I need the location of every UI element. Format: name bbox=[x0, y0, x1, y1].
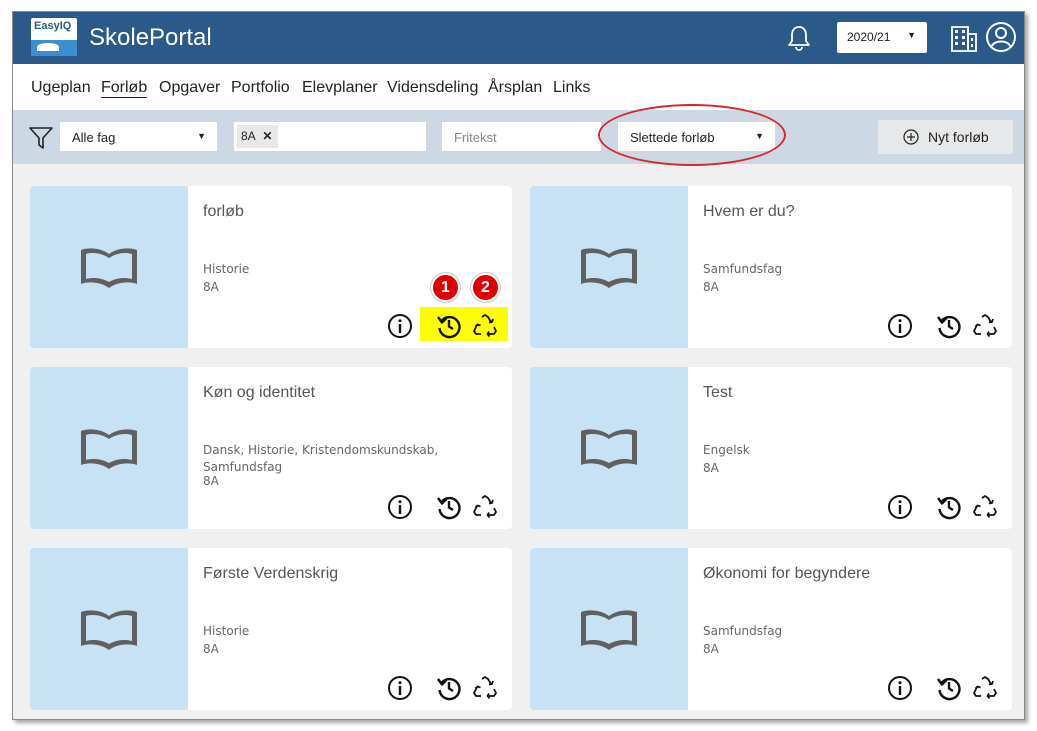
course-card[interactable]: Første Verdenskrig Historie 8A bbox=[30, 548, 512, 710]
nav-item-elevplaner[interactable]: Elevplaner bbox=[302, 79, 378, 97]
recycle-icon[interactable] bbox=[472, 494, 498, 520]
restore-history-icon[interactable] bbox=[436, 494, 462, 520]
user-account-icon[interactable] bbox=[985, 21, 1017, 53]
recycle-icon[interactable] bbox=[472, 313, 498, 339]
restore-history-icon[interactable] bbox=[936, 313, 962, 339]
course-class: 8A bbox=[203, 642, 219, 656]
course-class: 8A bbox=[203, 474, 219, 488]
top-header: EasyIQ SkolePortal 2020/21 ▼ bbox=[13, 12, 1024, 64]
info-icon[interactable] bbox=[887, 675, 913, 701]
recycle-icon[interactable] bbox=[972, 675, 998, 701]
open-book-icon bbox=[581, 248, 637, 288]
class-chip: 8A ✕ bbox=[237, 125, 279, 148]
course-title[interactable]: Test bbox=[703, 384, 732, 402]
school-year-value: 2020/21 bbox=[847, 30, 891, 44]
search-placeholder: Fritekst bbox=[454, 130, 497, 145]
course-title[interactable]: Økonomi for begyndere bbox=[703, 565, 870, 583]
open-book-icon bbox=[81, 610, 137, 650]
app-title: SkolePortal bbox=[89, 24, 212, 51]
filter-funnel-icon[interactable] bbox=[29, 126, 53, 150]
info-icon[interactable] bbox=[887, 494, 913, 520]
course-title[interactable]: Første Verdenskrig bbox=[203, 565, 338, 583]
free-text-search-input[interactable]: Fritekst bbox=[441, 121, 602, 152]
open-book-icon bbox=[81, 248, 137, 288]
course-subjects: Samfundsfag bbox=[703, 262, 783, 276]
course-class: 8A bbox=[203, 280, 219, 294]
nav-item-arsplan[interactable]: Årsplan bbox=[488, 79, 542, 97]
course-title[interactable]: Køn og identitet bbox=[203, 384, 315, 402]
bell-icon[interactable] bbox=[785, 24, 813, 52]
nav-item-ugeplan[interactable]: Ugeplan bbox=[31, 79, 91, 97]
nav-item-links[interactable]: Links bbox=[553, 79, 590, 97]
course-card[interactable]: Test Engelsk 8A bbox=[530, 367, 1012, 529]
course-subjects: Samfundsfag bbox=[703, 624, 783, 638]
subject-select[interactable]: Alle fag ▼ bbox=[59, 121, 218, 152]
course-thumbnail bbox=[530, 186, 688, 348]
course-title[interactable]: forløb bbox=[203, 203, 244, 221]
course-subjects: Historie bbox=[203, 262, 250, 276]
course-class: 8A bbox=[703, 461, 719, 475]
app-window: EasyIQ SkolePortal 2020/21 ▼ Ugeplan For… bbox=[12, 11, 1025, 720]
recycle-icon[interactable] bbox=[972, 494, 998, 520]
school-building-icon[interactable] bbox=[950, 23, 978, 53]
course-title[interactable]: Hvem er du? bbox=[703, 203, 795, 221]
nav-item-portfolio[interactable]: Portfolio bbox=[231, 79, 290, 97]
new-course-label: Nyt forløb bbox=[928, 129, 989, 145]
restore-history-icon[interactable] bbox=[436, 313, 462, 339]
plus-circle-icon bbox=[903, 129, 919, 145]
restore-history-icon[interactable] bbox=[436, 675, 462, 701]
class-chip-label: 8A bbox=[241, 129, 256, 143]
course-subjects: Historie bbox=[203, 624, 250, 638]
course-subjects: Engelsk bbox=[703, 443, 750, 457]
course-card[interactable]: Køn og identitet Dansk, Historie, Kristen… bbox=[30, 367, 512, 529]
course-thumbnail bbox=[30, 186, 188, 348]
open-book-icon bbox=[581, 429, 637, 469]
course-card[interactable]: forløb Historie 8A 1 2 bbox=[30, 186, 512, 348]
restore-history-icon[interactable] bbox=[936, 675, 962, 701]
recycle-icon[interactable] bbox=[472, 675, 498, 701]
course-thumbnail bbox=[530, 367, 688, 529]
nav-item-opgaver[interactable]: Opgaver bbox=[159, 79, 220, 97]
step-badge: 2 bbox=[471, 273, 500, 302]
filter-bar: Alle fag ▼ 8A ✕ Fritekst Slettede forløb… bbox=[13, 104, 1024, 166]
main-nav: Ugeplan Forløb Opgaver Portfolio Elevpla… bbox=[13, 64, 1024, 110]
status-select[interactable]: Slettede forløb ▼ bbox=[617, 121, 776, 152]
new-course-button[interactable]: Nyt forløb bbox=[878, 120, 1013, 154]
nav-item-vidensdeling[interactable]: Vidensdeling bbox=[387, 79, 478, 97]
course-thumbnail bbox=[30, 548, 188, 710]
easyiq-logo[interactable]: EasyIQ bbox=[31, 18, 77, 56]
school-year-select[interactable]: 2020/21 ▼ bbox=[837, 22, 927, 53]
info-icon[interactable] bbox=[387, 494, 413, 520]
course-class: 8A bbox=[703, 642, 719, 656]
remove-chip-icon[interactable]: ✕ bbox=[262, 129, 272, 143]
recycle-icon[interactable] bbox=[972, 313, 998, 339]
info-icon[interactable] bbox=[887, 313, 913, 339]
restore-history-icon[interactable] bbox=[936, 494, 962, 520]
course-thumbnail bbox=[30, 367, 188, 529]
course-card[interactable]: Hvem er du? Samfundsfag 8A bbox=[530, 186, 1012, 348]
open-book-icon bbox=[81, 429, 137, 469]
class-multiselect[interactable]: 8A ✕ bbox=[233, 121, 427, 152]
chevron-down-icon: ▼ bbox=[907, 30, 916, 40]
status-select-value: Slettede forløb bbox=[630, 130, 715, 145]
step-badge: 1 bbox=[431, 273, 460, 302]
open-book-icon bbox=[581, 610, 637, 650]
course-card[interactable]: Økonomi for begyndere Samfundsfag 8A bbox=[530, 548, 1012, 710]
chevron-down-icon: ▼ bbox=[197, 131, 206, 141]
course-thumbnail bbox=[530, 548, 688, 710]
course-class: 8A bbox=[703, 280, 719, 294]
info-icon[interactable] bbox=[387, 675, 413, 701]
nav-item-forlob[interactable]: Forløb bbox=[101, 79, 148, 98]
subject-select-value: Alle fag bbox=[72, 130, 116, 145]
course-subjects: Dansk, Historie, Kristendomskundskab, Sa… bbox=[203, 443, 439, 474]
chevron-down-icon: ▼ bbox=[755, 131, 764, 141]
logo-text: EasyIQ bbox=[34, 20, 72, 32]
info-icon[interactable] bbox=[387, 313, 413, 339]
